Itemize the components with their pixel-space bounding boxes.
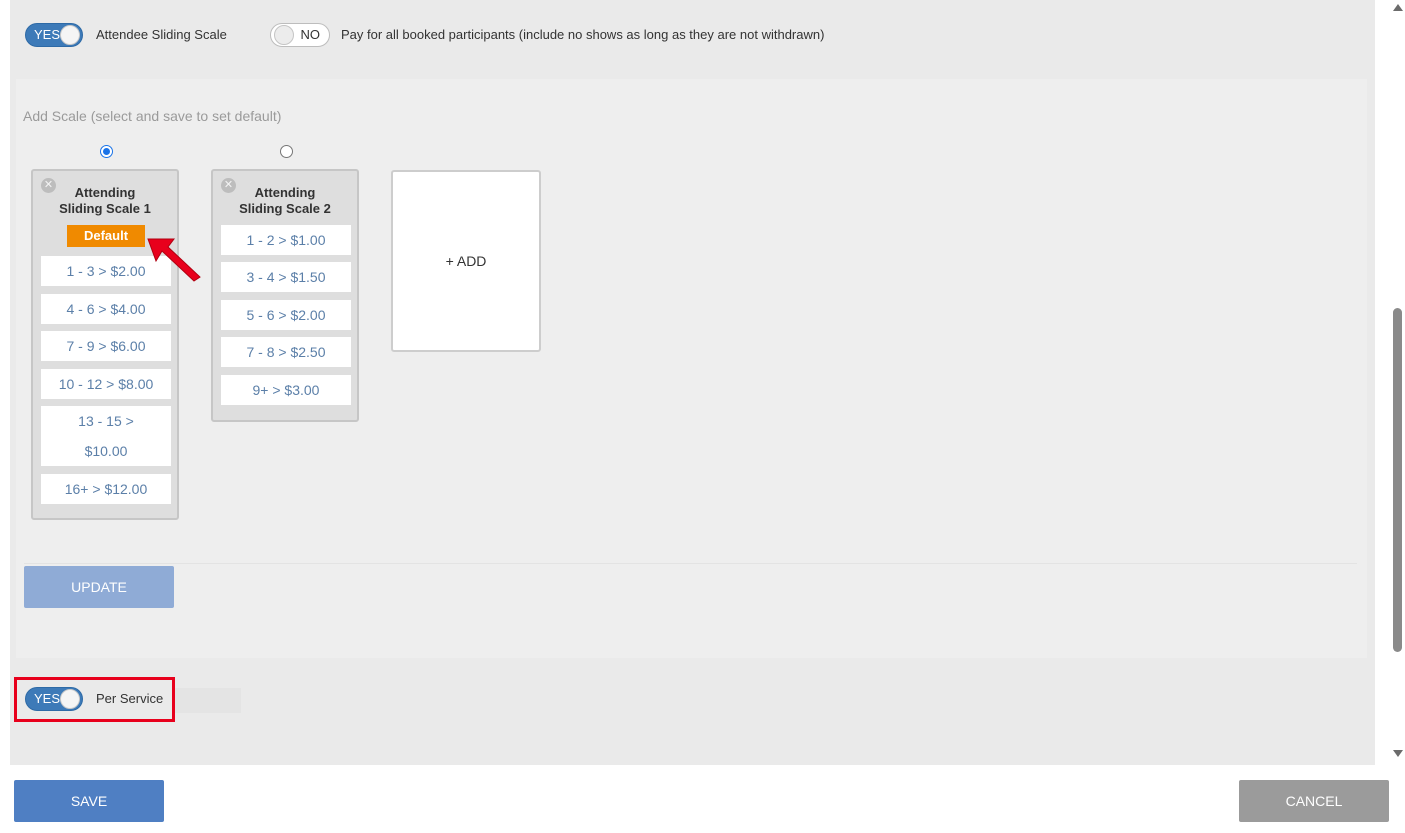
- add-scale-button[interactable]: + ADD: [391, 170, 541, 352]
- scale-row: 5 - 6 > $2.00: [221, 300, 351, 330]
- scale-row: 7 - 9 > $6.00: [41, 331, 171, 361]
- scale-row: 10 - 12 > $8.00: [41, 369, 171, 399]
- sliding-scale-label: Attendee Sliding Scale: [96, 27, 227, 42]
- save-button[interactable]: SAVE: [14, 780, 164, 822]
- default-badge: Default: [67, 225, 145, 247]
- scale-row: 16+ > $12.00: [41, 474, 171, 504]
- scale-row: 7 - 8 > $2.50: [221, 337, 351, 367]
- scale-2-radio[interactable]: [280, 145, 293, 158]
- toggle-state-label: YES: [34, 27, 61, 42]
- update-button[interactable]: UPDATE: [24, 566, 174, 608]
- scrollbar[interactable]: [1389, 0, 1405, 765]
- pay-all-label: Pay for all booked participants (include…: [341, 27, 825, 42]
- sliding-scale-toggle[interactable]: YES: [25, 23, 83, 47]
- scroll-down-arrow-icon[interactable]: [1393, 750, 1403, 757]
- scale-row: 4 - 6 > $4.00: [41, 294, 171, 324]
- scale-card-1[interactable]: ✕ Attending Sliding Scale 1 Default 1 - …: [31, 169, 179, 520]
- divider: [24, 563, 1357, 564]
- toggle-knob: [274, 25, 294, 45]
- scale-row: 3 - 4 > $1.50: [221, 262, 351, 292]
- scale-title-line1: Attending: [74, 185, 136, 200]
- scale-title-line1: Attending: [254, 185, 316, 200]
- pay-all-toggle[interactable]: NO: [270, 23, 330, 47]
- scale-row: 13 - 15 > $10.00: [41, 406, 171, 466]
- scale-title-line2: Sliding Scale 2: [239, 201, 331, 216]
- scale-title: Attending Sliding Scale 1: [33, 185, 177, 217]
- add-scale-heading: Add Scale (select and save to set defaul…: [23, 108, 282, 124]
- per-service-extension: [175, 688, 241, 713]
- scroll-thumb[interactable]: [1393, 308, 1402, 652]
- highlight-box: [14, 677, 175, 722]
- scale-row: 1 - 2 > $1.00: [221, 225, 351, 255]
- scale-title-line2: Sliding Scale 1: [59, 201, 151, 216]
- scale-1-radio[interactable]: [100, 145, 113, 158]
- scale-card-2[interactable]: ✕ Attending Sliding Scale 2 1 - 2 > $1.0…: [211, 169, 359, 422]
- scale-title: Attending Sliding Scale 2: [213, 185, 357, 217]
- cancel-button[interactable]: CANCEL: [1239, 780, 1389, 822]
- scale-row: 9+ > $3.00: [221, 375, 351, 405]
- pointer-arrow-icon: [147, 238, 201, 282]
- toggle-knob: [60, 25, 80, 45]
- scale-row-line1: 13 - 15 >: [78, 413, 134, 429]
- toggle-state-label: NO: [300, 27, 321, 42]
- scale-row-line2: $10.00: [84, 443, 128, 459]
- scroll-up-arrow-icon[interactable]: [1393, 4, 1403, 11]
